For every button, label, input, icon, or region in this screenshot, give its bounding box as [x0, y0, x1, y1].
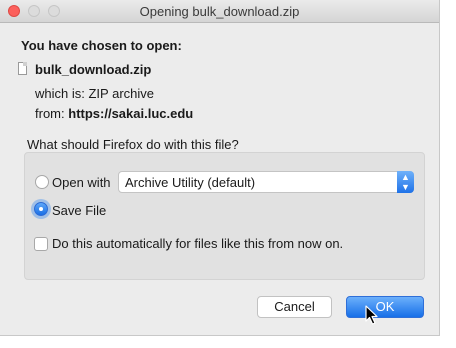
- open-with-app-select[interactable]: Archive Utility (default) ▲ ▼: [118, 171, 414, 193]
- auto-action-checkbox[interactable]: [34, 237, 48, 251]
- save-file-radio[interactable]: [34, 202, 48, 216]
- file-type-value: ZIP archive: [88, 86, 154, 101]
- open-with-radio[interactable]: [35, 175, 49, 189]
- cancel-button[interactable]: Cancel: [257, 296, 332, 318]
- ok-button[interactable]: OK: [346, 296, 424, 318]
- pointer-cursor-icon: [365, 305, 378, 325]
- chevron-updown-icon: ▲ ▼: [397, 171, 414, 193]
- title-bar[interactable]: Opening bulk_download.zip: [0, 0, 439, 23]
- auto-action-label[interactable]: Do this automatically for files like thi…: [52, 236, 343, 251]
- file-icon: [18, 62, 27, 75]
- file-source-line: from: https://sakai.luc.edu: [35, 106, 193, 121]
- source-url: https://sakai.luc.edu: [68, 106, 194, 121]
- which-is-label: which is:: [35, 86, 85, 101]
- open-with-label[interactable]: Open with: [52, 175, 111, 190]
- dialog-heading: You have chosen to open:: [21, 38, 182, 53]
- open-with-app-value: Archive Utility (default): [125, 175, 256, 190]
- file-type-line: which is: ZIP archive: [35, 86, 154, 101]
- action-question: What should Firefox do with this file?: [27, 137, 239, 152]
- save-file-label[interactable]: Save File: [52, 203, 106, 218]
- window-title: Opening bulk_download.zip: [139, 4, 300, 19]
- from-label: from:: [35, 106, 65, 121]
- download-dialog: Opening bulk_download.zip You have chose…: [0, 0, 440, 336]
- file-name: bulk_download.zip: [35, 62, 152, 77]
